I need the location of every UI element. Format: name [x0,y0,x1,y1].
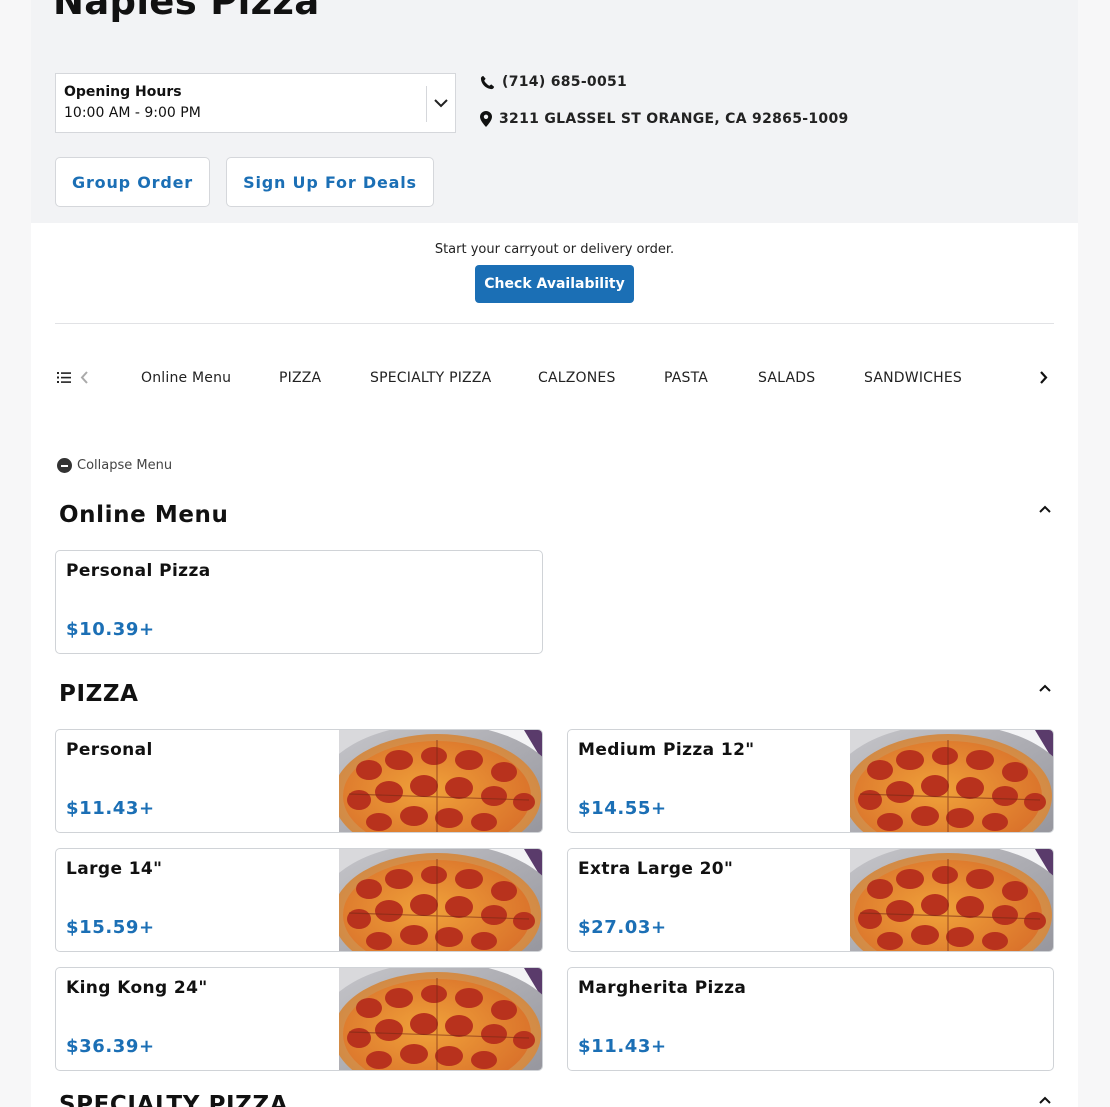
menu-item-name: Personal [66,740,153,760]
nav-item-salads[interactable]: SALADS [758,370,815,386]
nav-item-calzones[interactable]: CALZONES [538,370,616,386]
chevron-up-icon[interactable] [1037,682,1053,694]
pizza-image [850,730,1053,832]
order-prompt: Start your carryout or delivery order. [434,242,675,257]
menu-item-name: Large 14" [66,859,163,879]
nav-item-sandwiches[interactable]: SANDWICHES [864,370,962,386]
address-text: 3211 GLASSEL ST ORANGE, CA 92865-1009 [499,111,849,127]
chevron-right-icon[interactable] [1037,370,1049,385]
pizza-image [339,730,542,832]
menu-item-card[interactable]: King Kong 24" $36.39+ [55,967,543,1071]
menu-item-card[interactable]: Large 14" $15.59+ [55,848,543,952]
opening-hours-label: Opening Hours [64,84,182,100]
address-link[interactable]: 3211 GLASSEL ST ORANGE, CA 92865-1009 [480,111,849,127]
section-title-online-menu: Online Menu [59,502,229,528]
menu-item-card[interactable]: Personal $11.43+ [55,729,543,833]
chevron-down-icon[interactable] [432,94,450,112]
check-availability-button[interactable]: Check Availability [475,265,634,303]
menu-item-price: $11.43+ [66,798,155,819]
menu-item-price: $27.03+ [578,917,667,938]
nav-item-specialty-pizza[interactable]: SPECIALTY PIZZA [370,370,491,386]
pizza-image [850,849,1053,951]
list-icon[interactable] [56,370,72,385]
restaurant-name: Naples Pizza [53,0,320,23]
pizza-image [339,968,542,1070]
menu-item-price: $11.43+ [578,1036,667,1057]
minus-circle-icon [57,458,72,473]
chevron-left-icon[interactable] [79,370,91,385]
chevron-up-icon[interactable] [1037,503,1053,515]
chevron-up-icon[interactable] [1037,1094,1053,1106]
nav-item-online-menu[interactable]: Online Menu [141,370,231,386]
menu-item-card[interactable]: Extra Large 20" $27.03+ [567,848,1054,952]
menu-item-card[interactable]: Personal Pizza $10.39+ [55,550,543,654]
menu-item-name: Extra Large 20" [578,859,734,879]
opening-hours-dropdown[interactable]: Opening Hours 10:00 AM - 9:00 PM [55,73,456,133]
menu-item-name: Margherita Pizza [578,978,747,998]
menu-item-price: $36.39+ [66,1036,155,1057]
dropdown-divider [426,86,427,122]
phone-link[interactable]: (714) 685-0051 [480,74,627,90]
menu-item-name: Personal Pizza [66,561,211,581]
phone-icon [480,75,495,89]
menu-item-price: $15.59+ [66,917,155,938]
menu-item-name: Medium Pizza 12" [578,740,755,760]
menu-item-price: $10.39+ [66,619,155,640]
divider [55,323,1054,324]
phone-number: (714) 685-0051 [502,74,628,90]
collapse-menu-button[interactable]: Collapse Menu [57,458,172,473]
group-order-button[interactable]: Group Order [55,157,210,207]
pizza-image [339,849,542,951]
opening-hours-value: 10:00 AM - 9:00 PM [64,105,201,121]
menu-item-name: King Kong 24" [66,978,208,998]
sign-up-deals-button[interactable]: Sign Up For Deals [226,157,434,207]
section-title-specialty-pizza: SPECIALTY PIZZA [59,1092,289,1107]
page: Naples Pizza Opening Hours 10:00 AM - 9:… [0,0,1110,1107]
map-pin-icon [480,111,492,127]
menu-item-card[interactable]: Medium Pizza 12" $14.55+ [567,729,1054,833]
menu-item-card[interactable]: Margherita Pizza $11.43+ [567,967,1054,1071]
collapse-menu-label: Collapse Menu [77,458,173,473]
section-title-pizza: PIZZA [59,681,139,707]
nav-item-pizza[interactable]: PIZZA [279,370,321,386]
nav-item-pasta[interactable]: PASTA [664,370,708,386]
menu-item-price: $14.55+ [578,798,667,819]
